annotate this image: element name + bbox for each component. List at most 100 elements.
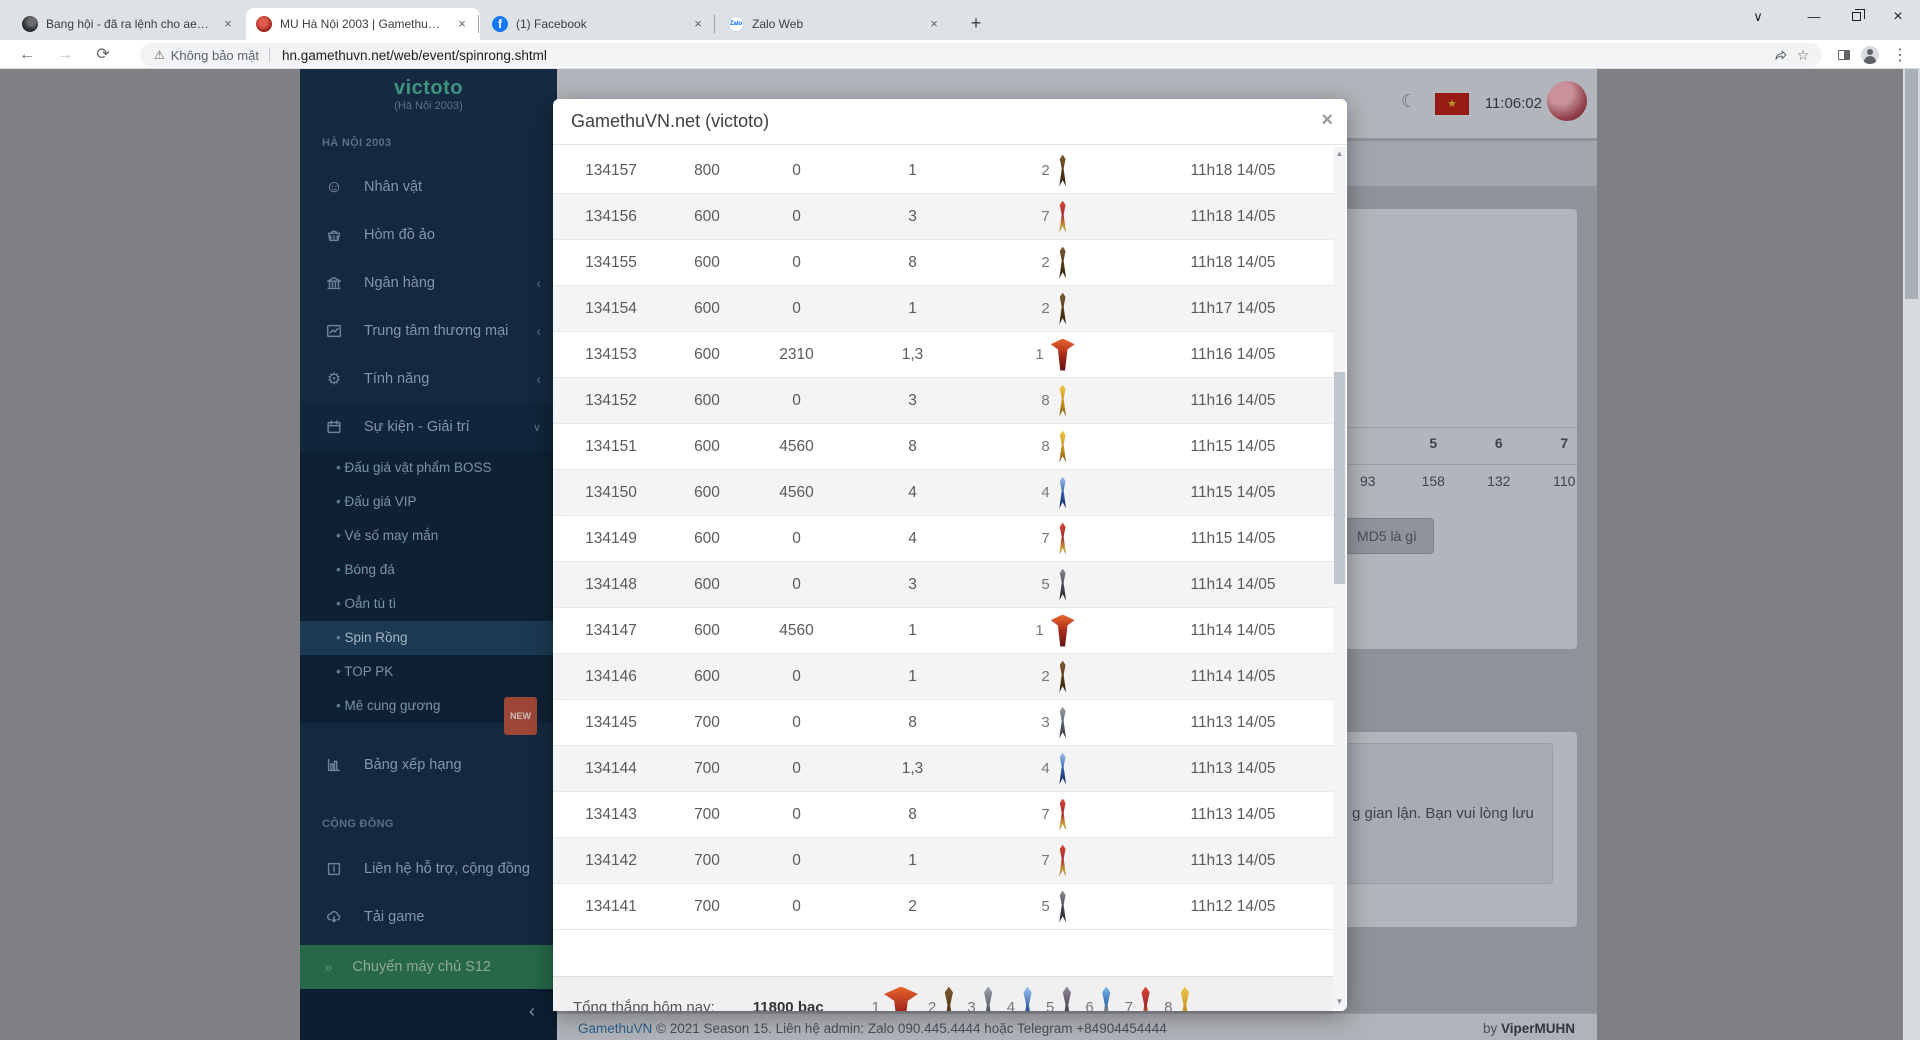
footer-copyright-text: © 2021 Season 15. Liên hệ admin: Zalo 09… [652,1021,1167,1036]
sidebar-item-label: Sự kiện - Giải trí [364,419,470,435]
tab-search-chevron-icon[interactable]: ∨ [1737,0,1779,34]
sidebar-section-server: HÀ NỘI 2003 [322,137,392,149]
sidebar-item-trung-tam-thuong-mai[interactable]: Trung tâm thương mại ‹ [300,307,557,355]
cell-numbers: 1 [908,667,917,685]
legend-entry: 2 [928,986,957,1011]
forward-button[interactable]: → [52,42,78,68]
table-row: 134145 700 0 8 3 11h13 14/05 [553,700,1333,746]
sidebar-item-hom-do-ao[interactable]: Hòm đồ ảo [300,211,557,259]
sidebar-subitem[interactable]: Spin Rồng [300,621,557,655]
cell-bet: 700 [694,897,720,915]
cell-time: 11h15 14/05 [1190,529,1276,547]
sidebar-subitem[interactable]: Vé số may mắn [300,519,557,553]
sidebar-subitem[interactable]: Đấu giá VIP [300,485,557,519]
sidebar-subitem[interactable]: Đấu giá vật phẩm BOSS [300,451,557,485]
prize-number: 7 [1041,806,1050,823]
prize-item-icon [1059,660,1067,693]
sidebar-subitem[interactable]: Mê cung gương NEW [300,689,557,735]
sidebar-collapse-icon[interactable]: ‹ [529,1001,535,1022]
back-button[interactable]: ← [14,42,40,68]
address-bar[interactable]: ⚠ Không bảo mật hn.gamethuvn.net/web/eve… [140,43,1822,67]
brand-name[interactable]: victoto [300,69,557,100]
modal-title: GamethuVN.net (victoto) [571,111,770,131]
scroll-down-icon[interactable]: ▼ [1333,995,1346,1009]
share-icon[interactable] [1770,44,1792,66]
sidebar-item-ngan-hang[interactable]: Ngân hàng ‹ [300,259,557,307]
cell-win: 0 [792,529,801,547]
totals-row: Tổng thắng hôm nay: 11800 bạc 1 2 3 4 5 … [553,976,1333,1011]
tab-favicon-dark-globe-icon [22,16,38,32]
new-tab-button[interactable]: + [962,10,990,38]
tab-zalo[interactable]: Zalo Zalo Web × [718,8,952,40]
prize-number: 7 [1041,852,1050,869]
md5-info-button[interactable]: MD5 là gì [1340,518,1434,554]
side-panel-icon[interactable] [1832,43,1856,67]
tab-close-icon[interactable]: × [690,16,706,32]
modal-scrollbar-thumb[interactable] [1334,372,1345,584]
cell-numbers: 1 [908,851,917,869]
sidebar-item-tinh-nang[interactable]: ⚙ Tính năng ‹ [300,355,557,403]
sidebar-item-nhan-vat[interactable]: ☺ Nhân vật [300,163,557,211]
vietnam-flag-icon[interactable]: ★ [1435,93,1469,115]
sidebar-item-bang-xep-hang[interactable]: Bảng xếp hạng [300,741,557,789]
legend-number: 2 [928,999,937,1011]
prize-number: 5 [1041,898,1050,915]
modal-scrollbar[interactable]: ▲ ▼ [1333,147,1346,1009]
url-text[interactable]: hn.gamethuvn.net/web/event/spinrong.shtm… [282,48,1770,63]
cell-bet: 600 [694,621,720,639]
profile-avatar-icon[interactable] [1858,43,1882,67]
cell-prize: 8 [977,384,1133,417]
tab-facebook[interactable]: f (1) Facebook × [482,8,716,40]
window-close-button[interactable]: × [1877,0,1919,34]
cell-spin-id: 134155 [585,253,637,271]
menu-dots-icon[interactable]: ⋮ [1888,43,1912,67]
cell-win: 4560 [779,483,814,501]
prize-item-icon [1059,568,1067,601]
tab-close-icon[interactable]: × [454,16,470,32]
sidebar-subitem[interactable]: TOP PK [300,655,557,689]
prize-item-icon [1059,200,1067,233]
restore-icon [1852,9,1865,21]
user-avatar[interactable] [1547,81,1587,121]
refresh-button[interactable]: ⟳ [90,42,116,68]
legend-entry: 7 [1125,986,1154,1011]
window-restore-button[interactable] [1835,0,1877,34]
scroll-up-icon[interactable]: ▲ [1333,147,1346,161]
sidebar-item-tai-game[interactable]: Tải game [300,893,557,941]
bookmark-star-icon[interactable]: ☆ [1792,44,1814,66]
footer-brand-link[interactable]: GamethuVN [578,1021,652,1036]
stats-value: 110 [1553,473,1576,489]
tab-close-icon[interactable]: × [220,16,236,32]
cell-time: 11h16 14/05 [1190,345,1276,363]
cell-win: 0 [792,759,801,777]
tab-bang-hoi[interactable]: Bang hội - đã ra lệnh cho ae G Tà × [12,8,246,40]
window-minimize-button[interactable]: — [1793,0,1835,34]
brand-subtitle: (Hà Nội 2003) [394,100,463,112]
prize-item-icon [1050,614,1075,647]
cell-prize: 1 [977,338,1133,371]
subitem-label: Mê cung gương [344,698,441,713]
cell-numbers: 1 [908,161,917,179]
tab-mu-hanoi-active[interactable]: MU Hà Nội 2003 | GamethuVN.net × [246,8,480,40]
subitem-label: Bóng đá [344,562,395,577]
cell-win: 0 [792,391,801,409]
sidebar-item-su-kien[interactable]: Sự kiện - Giải trí ∨ [300,403,557,451]
sidebar-item-chuyen-may-chu[interactable]: » Chuyển máy chủ S12 [300,945,557,989]
tab-title: (1) Facebook [516,17,587,31]
tab-close-icon[interactable]: × [926,16,942,32]
modal-close-icon[interactable]: × [1321,109,1333,132]
cell-numbers: 1,3 [901,345,924,363]
table-row: 134151 600 4560 8 8 11h15 14/05 [553,424,1333,470]
gear-icon: ⚙ [326,371,342,388]
cell-win: 0 [792,207,801,225]
browser-page-scrollbar[interactable] [1903,69,1920,1040]
sidebar-subitem[interactable]: Bóng đá [300,553,557,587]
dark-mode-moon-icon[interactable]: ☾ [1401,91,1417,112]
legend-number: 8 [1164,999,1173,1011]
sidebar-subitem[interactable]: Oẳn tù tì [300,587,557,621]
cell-win: 0 [792,897,801,915]
sidebar-item-lien-he[interactable]: Liên hệ hỗ trợ, cộng đồng [300,845,557,893]
scrollbar-thumb[interactable] [1905,69,1918,299]
cell-bet: 800 [694,161,720,179]
stats-header: 6 [1494,435,1503,451]
